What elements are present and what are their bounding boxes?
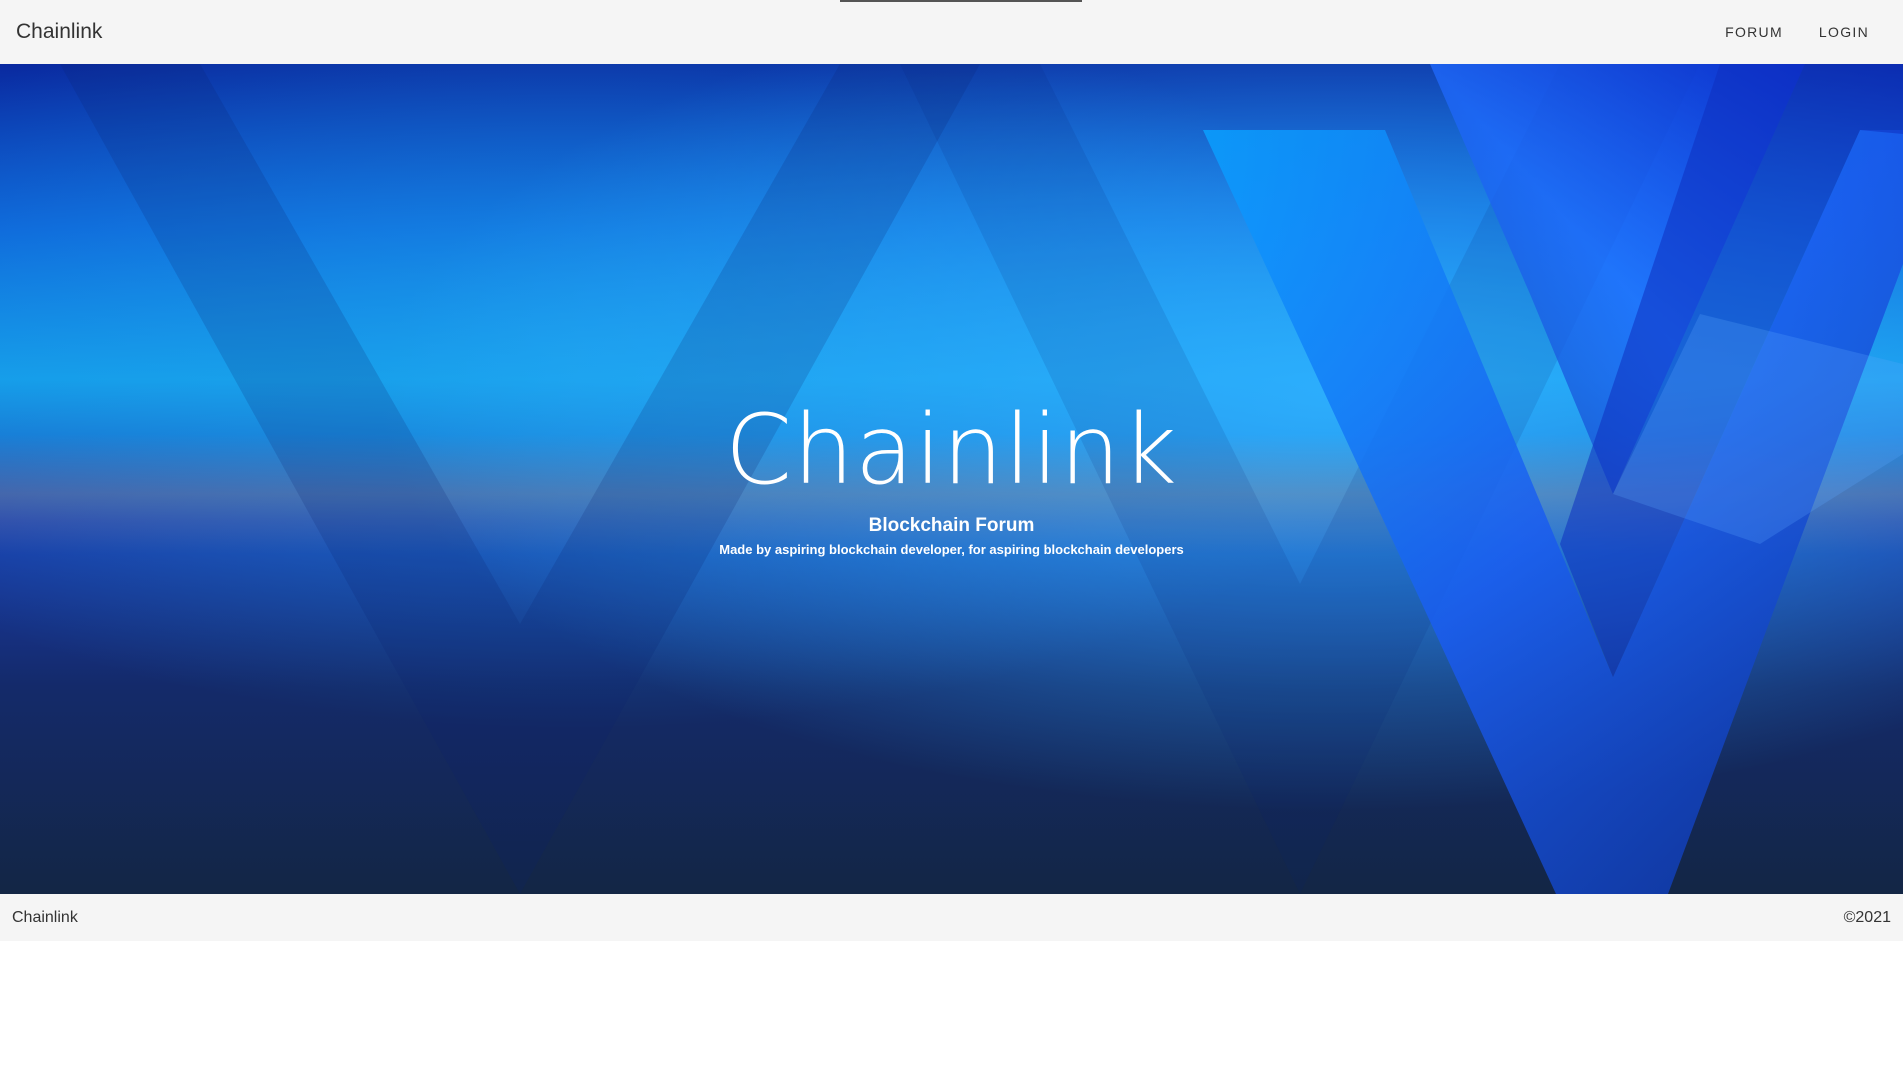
top-app-bar: Chainlink FORUM LOGIN	[0, 0, 1903, 64]
tab-indicator	[840, 0, 1082, 2]
brand-title[interactable]: Chainlink	[16, 20, 102, 44]
top-nav: FORUM LOGIN	[1703, 0, 1883, 64]
hero-subtitle: Blockchain Forum	[868, 515, 1035, 536]
forum-button[interactable]: FORUM	[1711, 14, 1797, 50]
footer-brand: Chainlink	[12, 909, 78, 926]
footer: Chainlink ©2021	[0, 894, 1903, 941]
hero-banner: Chainlink Blockchain Forum Made by aspir…	[0, 64, 1903, 894]
app: Chainlink FORUM LOGIN Chainlink Blockcha…	[0, 0, 1903, 1080]
hero-tagline: Made by aspiring blockchain developer, f…	[719, 542, 1184, 557]
login-button[interactable]: LOGIN	[1805, 14, 1883, 50]
hero-title: Chainlink	[725, 394, 1178, 506]
footer-copyright: ©2021	[1843, 909, 1891, 926]
